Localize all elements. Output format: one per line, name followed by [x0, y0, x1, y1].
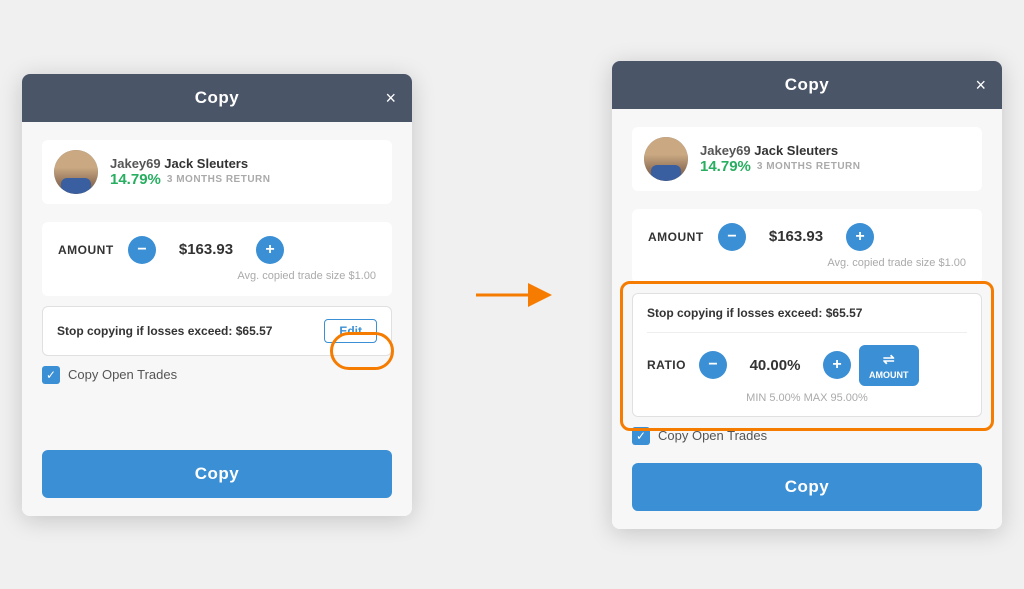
stop-loss-value: $65.57: [236, 324, 273, 338]
amount-plus-button-2[interactable]: +: [846, 223, 874, 251]
user-info-row: Jakey69 Jack Sleuters 14.79% 3 MONTHS RE…: [42, 140, 392, 204]
dialog-1: Copy × Jakey69 Jack Sleuters 14.79%: [22, 74, 412, 516]
edit-button[interactable]: Edit: [324, 319, 377, 343]
ratio-section: RATIO − 40.00% + ⇌ AMOUNT MIN 5.00% MAX …: [647, 332, 967, 404]
ratio-row: RATIO − 40.00% + ⇌ AMOUNT: [647, 345, 967, 386]
page-wrapper: Copy × Jakey69 Jack Sleuters 14.79%: [0, 0, 1024, 589]
ratio-plus-button[interactable]: +: [823, 351, 851, 379]
amount-section: AMOUNT − $163.93 + Avg. copied trade siz…: [42, 222, 392, 296]
copy-open-trades-row-2: ✓ Copy Open Trades: [632, 427, 982, 445]
copy-open-trades-label: Copy Open Trades: [68, 367, 177, 382]
user-info-row-2: Jakey69 Jack Sleuters 14.79% 3 MONTHS RE…: [632, 127, 982, 191]
amount-section-2: AMOUNT − $163.93 + Avg. copied trade siz…: [632, 209, 982, 283]
dialog-2: Copy × Jakey69 Jack Sleuters 14.79%: [612, 61, 1002, 529]
amount-value: $163.93: [166, 241, 246, 258]
stop-loss-value-2: $65.57: [826, 306, 863, 320]
avg-note: Avg. copied trade size $1.00: [58, 270, 376, 282]
dialog-2-close-button[interactable]: ×: [975, 76, 986, 94]
stop-loss-label: Stop copying if losses exceed:: [57, 324, 232, 338]
return-label-2: 3 MONTHS RETURN: [757, 161, 861, 172]
amount-minus-button[interactable]: −: [128, 236, 156, 264]
stop-loss-text-2: Stop copying if losses exceed: $65.57: [647, 306, 862, 320]
stop-loss-row-2: Stop copying if losses exceed: $65.57: [647, 306, 967, 320]
arrow-wrapper: [472, 275, 552, 315]
dialog-1-body: Jakey69 Jack Sleuters 14.79% 3 MONTHS RE…: [22, 122, 412, 516]
dialog-1-title: Copy: [195, 88, 240, 108]
return-row-2: 14.79% 3 MONTHS RETURN: [700, 158, 861, 175]
amount-toggle-button[interactable]: ⇌ AMOUNT: [859, 345, 919, 386]
username-2: Jakey69: [700, 143, 751, 158]
avatar-2: [644, 137, 688, 181]
stop-loss-row: Stop copying if losses exceed: $65.57 Ed…: [57, 319, 377, 343]
checkbox-icon-2[interactable]: ✓: [632, 427, 650, 445]
copy-open-trades-label-2: Copy Open Trades: [658, 428, 767, 443]
fullname-2: Jack Sleuters: [754, 143, 838, 158]
amount-label-2: AMOUNT: [648, 230, 708, 244]
ratio-minus-button[interactable]: −: [699, 351, 727, 379]
ratio-value: 40.00%: [735, 357, 815, 374]
avatar-body: [61, 178, 91, 194]
stop-loss-ratio-box: Stop copying if losses exceed: $65.57 RA…: [632, 293, 982, 417]
avg-note-2: Avg. copied trade size $1.00: [648, 257, 966, 269]
user-name-row-2: Jakey69 Jack Sleuters: [700, 143, 861, 158]
avatar-body-2: [651, 165, 681, 181]
return-row: 14.79% 3 MONTHS RETURN: [110, 171, 271, 188]
dialog-1-close-button[interactable]: ×: [385, 89, 396, 107]
dialog-2-body: Jakey69 Jack Sleuters 14.79% 3 MONTHS RE…: [612, 109, 1002, 529]
dialog-2-header: Copy ×: [612, 61, 1002, 109]
checkbox-icon[interactable]: ✓: [42, 366, 60, 384]
return-pct: 14.79%: [110, 171, 161, 188]
avatar-face-2: [644, 137, 688, 181]
avatar-face: [54, 150, 98, 194]
stop-loss-text: Stop copying if losses exceed: $65.57: [57, 324, 272, 338]
amount-value-2: $163.93: [756, 228, 836, 245]
dialog-2-title: Copy: [785, 75, 830, 95]
return-label: 3 MONTHS RETURN: [167, 174, 271, 185]
user-info-2: Jakey69 Jack Sleuters 14.79% 3 MONTHS RE…: [700, 143, 861, 175]
user-info: Jakey69 Jack Sleuters 14.79% 3 MONTHS RE…: [110, 156, 271, 188]
amount-toggle-label: AMOUNT: [869, 370, 909, 380]
stop-loss-box: Stop copying if losses exceed: $65.57 Ed…: [42, 306, 392, 356]
ratio-label: RATIO: [647, 358, 691, 372]
username: Jakey69: [110, 156, 161, 171]
amount-row: AMOUNT − $163.93 +: [58, 236, 376, 264]
dialog-1-header: Copy ×: [22, 74, 412, 122]
ratio-minmax: MIN 5.00% MAX 95.00%: [647, 392, 967, 404]
fullname: Jack Sleuters: [164, 156, 248, 171]
return-pct-2: 14.79%: [700, 158, 751, 175]
arrow-icon: [472, 275, 552, 315]
avatar: [54, 150, 98, 194]
transfer-icon: ⇌: [883, 351, 895, 368]
stop-loss-label-2: Stop copying if losses exceed:: [647, 306, 822, 320]
amount-minus-button-2[interactable]: −: [718, 223, 746, 251]
copy-open-trades-row: ✓ Copy Open Trades: [42, 366, 392, 384]
amount-plus-button[interactable]: +: [256, 236, 284, 264]
amount-row-2: AMOUNT − $163.93 +: [648, 223, 966, 251]
copy-button-1[interactable]: Copy: [42, 450, 392, 498]
user-name-row: Jakey69 Jack Sleuters: [110, 156, 271, 171]
amount-label: AMOUNT: [58, 243, 118, 257]
copy-button-2[interactable]: Copy: [632, 463, 982, 511]
